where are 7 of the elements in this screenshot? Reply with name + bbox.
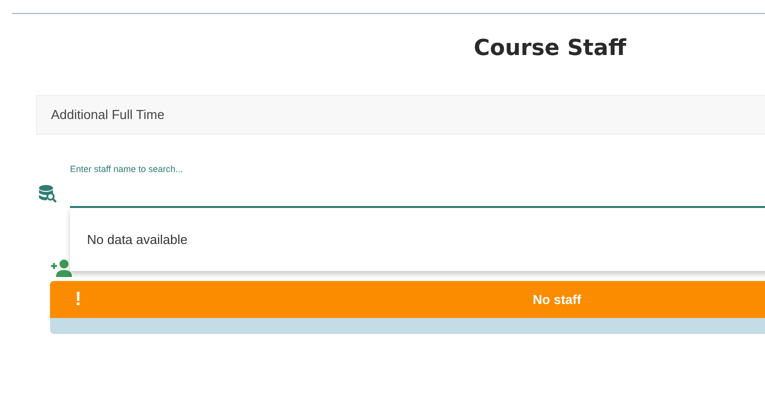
database-search-icon: [38, 184, 57, 203]
alert-message: No staff: [532, 292, 582, 307]
page-title: Course Staff: [472, 35, 628, 63]
alert-icon: !: [75, 288, 82, 310]
section-header: Additional Full Time: [36, 95, 765, 135]
empty-message: No data available: [87, 232, 188, 247]
add-person-icon[interactable]: [51, 259, 73, 277]
